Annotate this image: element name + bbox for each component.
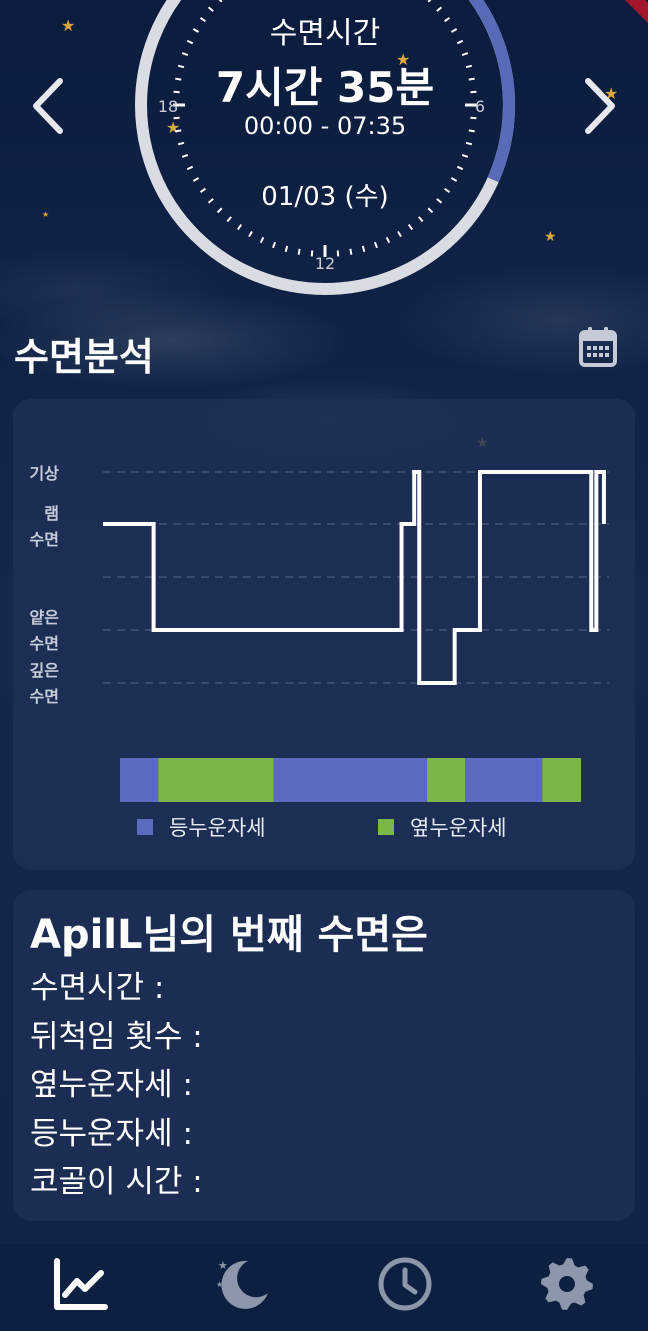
y-label-rem: 수면 <box>30 530 59 549</box>
legend-label: 옆누운자세 <box>410 816 507 840</box>
dial-tick <box>385 236 391 244</box>
dial-tick <box>248 230 253 238</box>
y-label-light: 얕은 <box>30 608 60 627</box>
dial-tick <box>418 216 424 223</box>
sleep-time-range: 00:00 - 07:35 <box>243 112 407 140</box>
star-icon: ★ <box>42 210 50 219</box>
legend-side-posture: 옆누운자세 <box>378 812 507 842</box>
dial-tick <box>226 216 232 223</box>
dial-hour-label: 12 <box>315 254 335 273</box>
dial-tick <box>336 250 340 257</box>
y-label-rem: 램 <box>44 504 59 523</box>
summary-row-tossing: 뒤척임 횟수 : <box>30 1018 203 1055</box>
dial-tick <box>407 224 414 231</box>
nav-sleep-tab[interactable]: ★ ★ ★ <box>213 1254 273 1314</box>
chevron-left-icon <box>33 78 63 134</box>
dial-tick <box>361 245 366 253</box>
summary-row-back: 등누운자세 : <box>30 1115 193 1152</box>
sleep-time-dial: 12 18 6 수면시간 7시간 35분 00:00 - 07:35 01/03 (… <box>134 0 516 296</box>
dial-tick <box>236 224 243 231</box>
moon-stars-icon: ★ ★ ★ <box>216 1259 268 1309</box>
clock-icon <box>378 1257 432 1311</box>
dial-tick <box>297 248 301 255</box>
calendar-button[interactable] <box>578 326 618 368</box>
calendar-icon <box>579 327 617 367</box>
summary-row-side: 옆누운자세 : <box>30 1067 193 1103</box>
dial-tick <box>461 153 469 158</box>
y-label-deep: 깊은 <box>30 661 60 680</box>
dial-tick <box>397 230 402 238</box>
posture-segment <box>158 758 274 802</box>
dial-tick <box>272 241 277 249</box>
svg-text:★: ★ <box>228 1274 235 1283</box>
star-icon: ★ <box>544 229 557 245</box>
svg-text:★: ★ <box>218 1259 228 1272</box>
chart-line-icon <box>54 1258 108 1310</box>
legend-back-posture: 등누운자세 <box>137 812 266 842</box>
legend-swatch <box>137 819 153 835</box>
dial-tick <box>456 165 464 171</box>
nav-statistics-tab[interactable] <box>50 1254 110 1314</box>
gear-icon <box>541 1258 593 1310</box>
chevron-right-icon <box>585 78 615 134</box>
sleep-date: 01/03 (수) <box>261 182 389 212</box>
dial-tick <box>259 236 265 244</box>
dial-tick <box>218 0 223 3</box>
star-icon: ★ <box>61 16 76 35</box>
dial-tick <box>177 141 185 146</box>
dial-tick <box>465 141 473 146</box>
nav-clock-tab[interactable] <box>375 1254 435 1314</box>
previous-day-button[interactable] <box>28 76 68 136</box>
sleep-stage-chart: 기상 램 수면 얕은 수면 깊은 수면 <box>30 464 609 802</box>
dial-tick <box>284 245 289 253</box>
sleep-stage-chart-card: 기상 램 수면 얕은 수면 깊은 수면 <box>13 399 635 870</box>
nav-settings-tab[interactable] <box>537 1254 597 1314</box>
legend-swatch <box>378 819 394 835</box>
sleep-time-title: 수면시간 <box>269 16 381 51</box>
summary-row-duration: 수면시간 : <box>30 970 165 1006</box>
y-label-light: 수면 <box>30 634 59 653</box>
legend-label: 등누운자세 <box>169 816 266 840</box>
posture-segment <box>542 758 581 802</box>
dial-tick <box>186 165 194 171</box>
dial-tick <box>427 0 432 3</box>
sleep-summary-heading: ApilL님의 번째 수면은 <box>30 912 428 958</box>
posture-segment <box>465 758 543 802</box>
sleep-analysis-title: 수면분석 <box>14 335 154 379</box>
dial-tick <box>310 250 314 257</box>
sleep-duration: 7시간 35분 <box>215 63 435 112</box>
summary-row-snoring: 코골이 시간 : <box>30 1164 203 1200</box>
sleep-summary-card: ApilL님의 번째 수면은 수면시간 : 뒤척임 횟수 : 옆누운자세 : 등… <box>13 890 635 1221</box>
next-day-button[interactable] <box>580 76 620 136</box>
y-label-deep: 수면 <box>30 687 59 706</box>
dial-tick <box>349 248 353 255</box>
posture-segment <box>273 758 428 802</box>
bottom-navigation: ★ ★ ★ <box>0 1244 648 1331</box>
dial-tick <box>181 153 189 158</box>
dial-tick <box>373 241 378 249</box>
y-label-wake: 기상 <box>30 464 60 483</box>
debug-banner <box>608 0 648 40</box>
svg-text:★: ★ <box>216 1280 223 1289</box>
posture-segment <box>120 758 159 802</box>
posture-segment <box>427 758 466 802</box>
